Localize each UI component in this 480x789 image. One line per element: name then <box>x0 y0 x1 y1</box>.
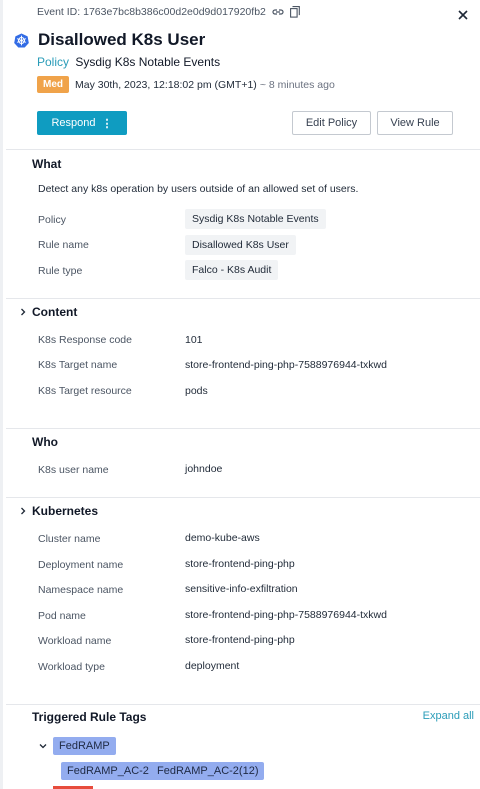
pod-name-value: store-frontend-ping-php-7588976944-txkwd <box>185 609 387 621</box>
tag-item[interactable]: FedRAMP_AC-2 <box>61 762 155 780</box>
close-icon[interactable] <box>456 8 470 22</box>
divider <box>6 149 480 150</box>
event-detail-panel: Event ID: 1763e7bc8b386c00d2e0d9d017920f… <box>3 0 480 789</box>
rule-name-chip[interactable]: Disallowed K8s User <box>185 235 296 255</box>
workload-name-value: store-frontend-ping-php <box>185 634 295 646</box>
policy-row-label: Policy <box>38 214 67 226</box>
chevron-down-icon[interactable] <box>39 742 47 750</box>
deployment-name-label: Deployment name <box>38 559 124 571</box>
target-name-label: K8s Target name <box>38 359 118 371</box>
divider <box>6 298 480 299</box>
section-kubernetes-heading[interactable]: Kubernetes <box>32 504 98 518</box>
workload-type-label: Workload type <box>38 661 105 673</box>
target-name-value: store-frontend-ping-php-7588976944-txkwd <box>185 359 387 371</box>
target-resource-value: pods <box>185 385 208 397</box>
event-id: Event ID: 1763e7bc8b386c00d2e0d9d017920f… <box>37 6 266 18</box>
rule-type-row-label: Rule type <box>38 265 83 277</box>
more-vertical-icon: ⋮ <box>101 117 113 130</box>
rule-description: Detect any k8s operation by users outsid… <box>38 183 359 195</box>
policy-line: Policy Sysdig K8s Notable Events <box>37 55 220 69</box>
relative-time: ~ 8 minutes ago <box>259 78 335 91</box>
event-id-row: Event ID: 1763e7bc8b386c00d2e0d9d017920f… <box>37 6 300 18</box>
severity-badge: Med <box>37 76 69 93</box>
edit-policy-button[interactable]: Edit Policy <box>292 111 371 135</box>
section-tags-heading: Triggered Rule Tags <box>32 710 147 724</box>
rule-name-row-label: Rule name <box>38 239 89 251</box>
workload-type-value: deployment <box>185 660 240 672</box>
tag-item[interactable]: FedRAMP_AC-2(12) <box>151 762 265 780</box>
expand-all-link[interactable]: Expand all <box>423 710 474 722</box>
response-code-value: 101 <box>185 334 203 346</box>
divider <box>6 704 480 705</box>
deployment-name-value: store-frontend-ping-php <box>185 558 295 570</box>
namespace-name-label: Namespace name <box>38 584 124 596</box>
response-code-label: K8s Response code <box>38 334 132 346</box>
pod-name-label: Pod name <box>38 610 86 622</box>
event-title-row: Disallowed K8s User <box>14 30 205 50</box>
section-content-heading[interactable]: Content <box>32 305 77 319</box>
cluster-name-value: demo-kube-aws <box>185 532 260 544</box>
divider <box>6 497 480 498</box>
policy-name: Sysdig K8s Notable Events <box>75 55 221 69</box>
kubernetes-icon <box>14 32 29 48</box>
policy-label: Policy <box>37 55 70 69</box>
rule-type-chip[interactable]: Falco - K8s Audit <box>185 260 279 280</box>
respond-label: Respond <box>51 117 96 129</box>
view-rule-button[interactable]: View Rule <box>377 111 453 135</box>
event-timestamp: May 30th, 2023, 12:18:02 pm (GMT+1) <box>75 78 257 91</box>
chevron-right-icon[interactable] <box>19 308 27 316</box>
link-icon[interactable] <box>272 7 284 17</box>
severity-row: Med May 30th, 2023, 12:18:02 pm (GMT+1) … <box>37 76 335 93</box>
policy-chip[interactable]: Sysdig K8s Notable Events <box>185 209 326 229</box>
cluster-name-label: Cluster name <box>38 533 101 545</box>
user-name-value: johndoe <box>185 463 223 475</box>
respond-button[interactable]: Respond ⋮ <box>37 111 127 135</box>
divider <box>6 428 480 429</box>
workload-name-label: Workload name <box>38 635 112 647</box>
section-what-heading: What <box>32 157 62 171</box>
target-resource-label: K8s Target resource <box>38 385 132 397</box>
namespace-name-value: sensitive-info-exfiltration <box>185 583 298 595</box>
copy-icon[interactable] <box>289 6 300 18</box>
tag-group-fedramp[interactable]: FedRAMP <box>53 737 116 755</box>
chevron-right-icon[interactable] <box>19 507 27 515</box>
section-who-heading: Who <box>32 435 58 449</box>
user-name-label: K8s user name <box>38 464 109 476</box>
page-title: Disallowed K8s User <box>38 30 206 49</box>
